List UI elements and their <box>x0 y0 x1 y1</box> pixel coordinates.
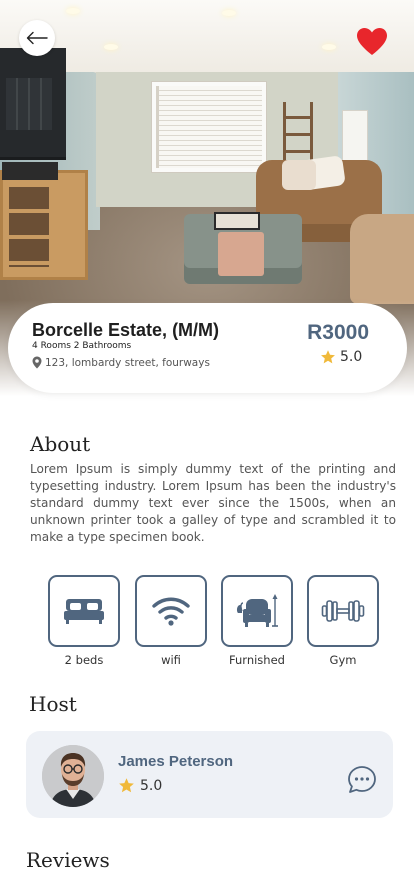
armchair-icon <box>236 594 278 627</box>
bed-icon <box>64 599 104 624</box>
location-pin-icon <box>32 356 42 369</box>
amenity-label: wifi <box>161 653 181 667</box>
amenity-beds[interactable]: 2 beds <box>48 575 120 667</box>
host-name: James Peterson <box>118 753 234 770</box>
back-button[interactable] <box>19 20 55 56</box>
wifi-icon <box>152 597 190 626</box>
star-icon <box>321 350 335 364</box>
amenity-label: Gym <box>329 653 357 667</box>
rating-value: 5.0 <box>340 349 363 365</box>
dumbbell-icon <box>321 600 365 622</box>
heart-icon <box>357 28 387 55</box>
about-heading: About <box>30 432 91 456</box>
favorite-button[interactable] <box>356 27 388 57</box>
listing-rating: 5.0 <box>320 349 362 365</box>
address-text: 123, lombardy street, fourways <box>45 356 210 369</box>
listing-title: Borcelle Estate, (M/M) <box>32 320 220 340</box>
amenity-wifi[interactable]: wifi <box>135 575 207 667</box>
arrow-left-icon <box>26 31 48 45</box>
listing-rooms: 4 Rooms 2 Bathrooms <box>32 341 132 351</box>
host-card[interactable]: James Peterson 5.0 <box>26 731 393 818</box>
amenity-gym[interactable]: Gym <box>307 575 379 667</box>
listing-price: R3000 <box>307 321 369 344</box>
listing-address: 123, lombardy street, fourways <box>32 356 210 369</box>
reviews-heading: Reviews <box>26 848 110 872</box>
host-rating-value: 5.0 <box>140 777 163 794</box>
about-text: Lorem Ipsum is simply dummy text of the … <box>30 462 396 544</box>
host-rating: 5.0 <box>118 777 162 794</box>
amenities-list: 2 beds wifi Furnished Gym <box>48 575 380 670</box>
avatar <box>42 745 104 807</box>
host-heading: Host <box>29 692 77 716</box>
amenity-label: 2 beds <box>64 653 104 667</box>
amenity-furnished[interactable]: Furnished <box>221 575 293 667</box>
listing-info-card: Borcelle Estate, (M/M) 4 Rooms 2 Bathroo… <box>8 303 407 393</box>
chat-icon <box>348 766 376 793</box>
star-icon <box>119 778 134 793</box>
amenity-label: Furnished <box>229 653 285 667</box>
chat-button[interactable] <box>347 765 377 795</box>
